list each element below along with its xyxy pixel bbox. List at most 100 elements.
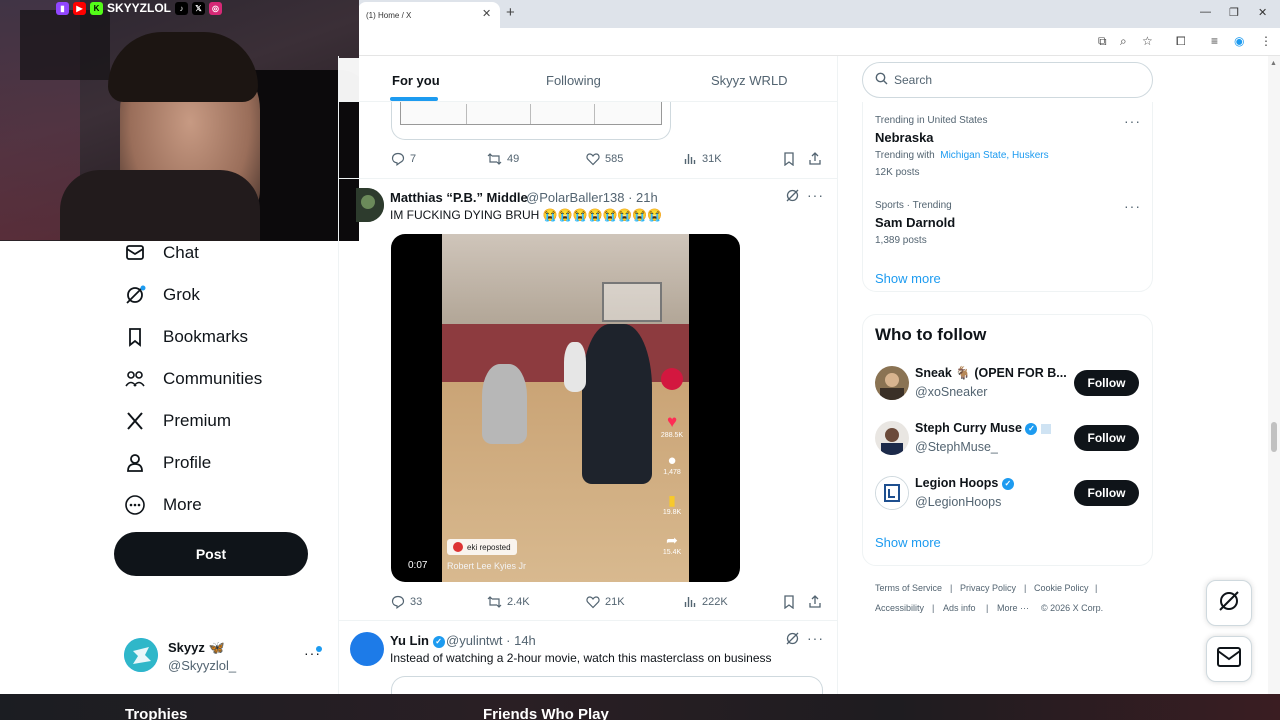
follow-button[interactable]: Follow xyxy=(1074,425,1139,451)
basketball-hoop xyxy=(602,282,662,322)
trend-name[interactable]: Sam Darnold xyxy=(875,215,955,230)
nav-item-chat[interactable]: Chat xyxy=(124,236,199,270)
video-frame xyxy=(442,234,689,582)
restore-icon[interactable]: ❐ xyxy=(1229,6,1239,19)
page-scrollbar[interactable] xyxy=(1268,56,1280,696)
nav-item-premium[interactable]: Premium xyxy=(124,404,231,438)
post-author[interactable]: Matthias “P.B.” Middle xyxy=(390,190,528,205)
suggested-user-handle: @xoSneaker xyxy=(915,385,988,399)
trends-show-more[interactable]: Show more xyxy=(875,271,941,286)
avatar[interactable] xyxy=(350,632,384,666)
tab-skyyz-wrld[interactable]: Skyyz WRLD xyxy=(711,73,788,88)
footer-link-privacy[interactable]: Privacy Policy xyxy=(960,583,1016,593)
reading-list-icon[interactable]: ≡ xyxy=(1211,34,1218,48)
repost-button[interactable]: 2.4K xyxy=(487,595,530,609)
nav-label: Grok xyxy=(163,285,200,304)
post-text: IM FUCKING DYING BRUH 😭😭😭😭😭😭😭😭 xyxy=(390,208,663,222)
who-to-follow-show-more[interactable]: Show more xyxy=(875,535,941,550)
nav-item-more[interactable]: More xyxy=(124,488,202,522)
grok-analyze-icon[interactable] xyxy=(785,631,800,651)
post-handle[interactable]: @PolarBaller138 · 21h xyxy=(526,190,658,205)
messages-fab-button[interactable] xyxy=(1206,636,1252,682)
repost-button[interactable]: 49 xyxy=(487,152,519,166)
share-icon[interactable] xyxy=(808,595,827,609)
post-handle[interactable]: @yulintwt · 14h xyxy=(446,633,536,648)
nav-label: Premium xyxy=(163,411,232,430)
suggested-user-name-text: Legion Hoops xyxy=(915,476,999,490)
minimize-icon[interactable]: — xyxy=(1200,6,1211,18)
like-button[interactable]: 21K xyxy=(586,595,625,609)
bottom-bar-trophies: Trophies xyxy=(125,706,188,723)
new-tab-button[interactable]: + xyxy=(506,4,515,21)
post-button[interactable]: Post xyxy=(114,532,308,576)
footer-link-terms[interactable]: Terms of Service xyxy=(875,583,942,593)
grok-analyze-icon[interactable] xyxy=(785,188,800,208)
browser-tab[interactable]: (1) Home / X xyxy=(358,2,500,28)
share-icon[interactable] xyxy=(808,152,827,166)
window-close-icon[interactable]: ✕ xyxy=(1258,6,1267,19)
avatar[interactable] xyxy=(875,476,909,510)
avatar[interactable] xyxy=(875,421,909,455)
streamer-hair xyxy=(108,32,258,102)
player-light xyxy=(482,364,527,444)
trend-more-icon[interactable]: ··· xyxy=(1124,113,1141,129)
webcam-overlay: ▮ ▶ K SKYYZLOL ♪ 𝕏 ◎ xyxy=(0,0,359,241)
footer-link-more[interactable]: More ··· xyxy=(997,603,1029,613)
streamer-shoulders xyxy=(60,170,260,241)
extensions-icon[interactable]: ⧠ xyxy=(1176,34,1186,49)
footer-link-ads-info[interactable]: Ads info xyxy=(943,603,976,613)
save-icon: ▮ 19.8K xyxy=(660,492,684,516)
grok-icon xyxy=(1217,589,1241,618)
scrollbar-thumb[interactable] xyxy=(1271,422,1277,452)
reply-button[interactable]: 7 xyxy=(391,152,416,166)
nav-item-grok[interactable]: Grok xyxy=(124,278,200,312)
grok-icon xyxy=(124,284,146,306)
scroll-up-icon[interactable]: ▲ xyxy=(1270,60,1277,67)
suggested-user-name[interactable]: Sneak 🐐 (OPEN FOR B... xyxy=(915,366,1067,381)
post-author[interactable]: Yu Lin ✓ xyxy=(390,633,445,648)
bookmark-post-icon[interactable] xyxy=(783,152,800,166)
bookmark-post-icon[interactable] xyxy=(783,595,800,609)
reply-count: 33 xyxy=(410,596,423,608)
heart-icon: ♥ 288.5K xyxy=(660,412,684,439)
instagram-icon: ◎ xyxy=(209,1,223,15)
follow-button[interactable]: Follow xyxy=(1074,480,1139,506)
footer-link-accessibility[interactable]: Accessibility xyxy=(875,603,924,613)
trend-related-links[interactable]: Michigan State, Huskers xyxy=(940,150,1048,161)
views-button[interactable]: 222K xyxy=(684,595,728,608)
trend-more-icon[interactable]: ··· xyxy=(1124,198,1141,214)
search-input[interactable]: Search xyxy=(862,62,1153,98)
follow-button[interactable]: Follow xyxy=(1074,370,1139,396)
tab-title: (1) Home / X xyxy=(366,11,412,20)
suggested-user-name[interactable]: Steph Curry Muse ✓ xyxy=(915,421,1051,435)
grok-fab-button[interactable] xyxy=(1206,580,1252,626)
nav-item-bookmarks[interactable]: Bookmarks xyxy=(124,320,248,354)
tab-following[interactable]: Following xyxy=(546,73,601,88)
footer-separator: | xyxy=(986,603,989,613)
star-icon[interactable]: ☆ xyxy=(1142,34,1153,48)
video-likes: 288.5K xyxy=(660,432,684,439)
footer-link-cookies[interactable]: Cookie Policy xyxy=(1034,583,1089,593)
nav-item-profile[interactable]: Profile xyxy=(124,446,211,480)
trend-related: Trending with Michigan State, Huskers xyxy=(875,150,1049,161)
search-icon xyxy=(875,72,888,88)
suggested-user-name[interactable]: Legion Hoops ✓ xyxy=(915,476,1014,490)
avatar[interactable] xyxy=(875,366,909,400)
nav-item-communities[interactable]: Communities xyxy=(124,362,262,396)
like-button[interactable]: 585 xyxy=(586,152,623,166)
zoom-icon[interactable]: ⌕ xyxy=(1120,34,1127,49)
trend-name[interactable]: Nebraska xyxy=(875,130,934,145)
browser-menu-icon[interactable]: ⋮ xyxy=(1260,34,1272,48)
reply-button[interactable]: 33 xyxy=(391,595,422,609)
tab-for-you[interactable]: For you xyxy=(392,73,440,88)
trend-related-prefix: Trending with xyxy=(875,150,935,161)
views-button[interactable]: 31K xyxy=(684,152,722,165)
tab-close-icon[interactable]: ✕ xyxy=(482,7,491,20)
post-more-icon[interactable]: ··· xyxy=(807,187,824,203)
twitch-icon: ▮ xyxy=(56,1,69,15)
footer-copyright: © 2026 X Corp. xyxy=(1041,603,1104,613)
install-icon[interactable]: ⧉ xyxy=(1098,34,1107,49)
post-more-icon[interactable]: ··· xyxy=(807,630,824,646)
profile-extension-icon[interactable]: ◉ xyxy=(1234,34,1244,48)
post-divider xyxy=(339,620,837,621)
